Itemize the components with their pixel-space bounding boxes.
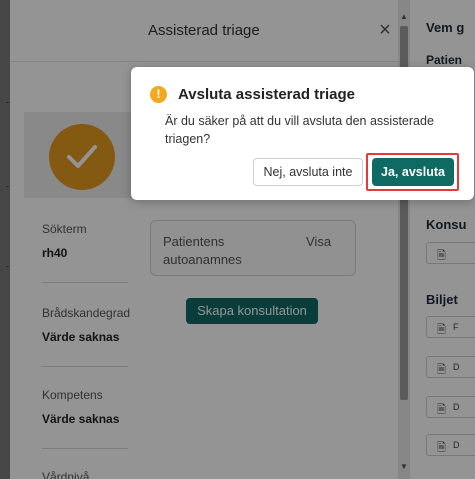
confirm-dialog: ! Avsluta assisterad triage Är du säker … <box>131 67 474 200</box>
warning-icon: ! <box>150 86 167 103</box>
dialog-message: Är du säker på att du vill avsluta den a… <box>165 114 434 146</box>
cancel-button[interactable]: Nej, avsluta inte <box>253 158 363 186</box>
dialog-title: Avsluta assisterad triage <box>178 86 356 103</box>
confirm-button[interactable]: Ja, avsluta <box>372 158 454 186</box>
